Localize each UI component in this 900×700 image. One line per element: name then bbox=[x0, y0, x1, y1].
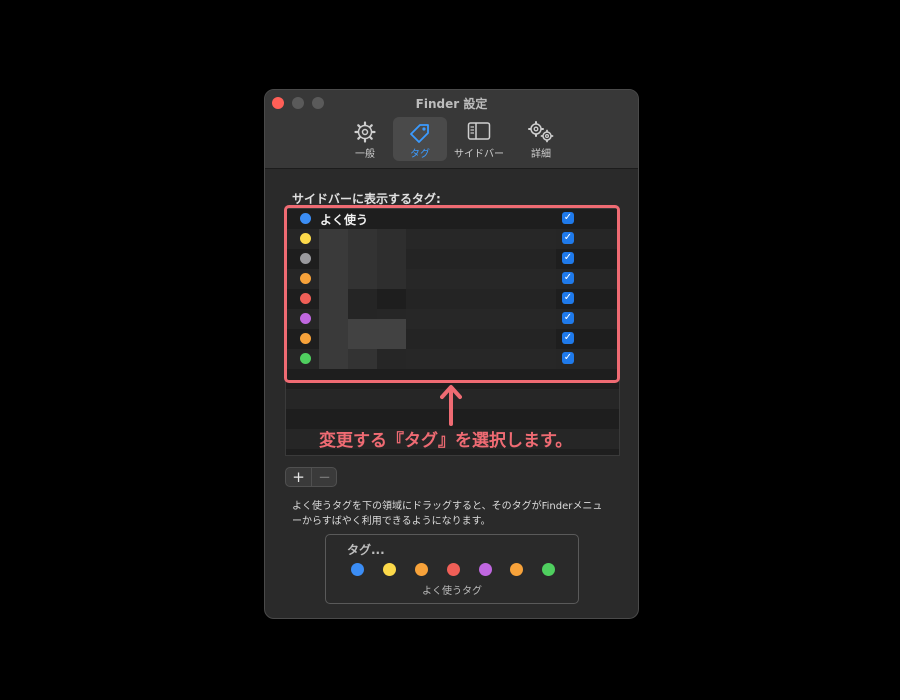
tag-color-dot bbox=[300, 333, 311, 344]
tab-tags[interactable]: タグ bbox=[393, 117, 447, 161]
tag-icon bbox=[410, 124, 429, 143]
up-arrow-icon bbox=[440, 385, 462, 426]
drop-area-label: よく使うタグ bbox=[422, 586, 482, 597]
favorite-tag-dot[interactable] bbox=[383, 563, 396, 576]
favorite-tag-dot[interactable] bbox=[447, 563, 460, 576]
add-remove-buttons: + − bbox=[285, 467, 337, 487]
tag-checkbox[interactable]: ✓ bbox=[562, 232, 574, 244]
tags-section-label: サイドバーに表示するタグ: bbox=[292, 192, 441, 206]
sidebar-icon bbox=[467, 122, 491, 140]
tab-general-label: 一般 bbox=[355, 149, 375, 160]
tag-color-dot bbox=[300, 213, 311, 224]
drop-area-title: タグ... bbox=[347, 543, 385, 557]
favorite-tag-dot[interactable] bbox=[542, 563, 555, 576]
redacted-names bbox=[348, 349, 377, 369]
annotation-text: 変更する『タグ』を選択します。 bbox=[319, 431, 573, 451]
tab-sidebar-label: サイドバー bbox=[454, 149, 504, 160]
tag-checkbox[interactable]: ✓ bbox=[562, 252, 574, 264]
window-title: Finder 設定 bbox=[415, 97, 488, 111]
tag-checkbox[interactable]: ✓ bbox=[562, 312, 574, 324]
tag-checkbox[interactable]: ✓ bbox=[562, 332, 574, 344]
favorite-tags-drop-area[interactable]: タグ... よく使うタグ bbox=[325, 534, 579, 604]
tag-row[interactable]: よく使う ✓ bbox=[286, 209, 619, 229]
redacted-names bbox=[406, 229, 556, 369]
redacted-names bbox=[377, 229, 406, 289]
tag-color-dot bbox=[300, 353, 311, 364]
favorite-tag-dot[interactable] bbox=[510, 563, 523, 576]
help-text: よく使うタグを下の領域にドラッグすると、そのタグがFinderメニューからすばや… bbox=[292, 501, 603, 527]
titlebar: Finder 設定 一般 タグ サイドバー 詳細 bbox=[265, 90, 638, 169]
tag-color-dot bbox=[300, 253, 311, 264]
add-tag-button[interactable]: + bbox=[286, 468, 312, 486]
tag-name: よく使う bbox=[320, 213, 369, 227]
redacted-names bbox=[319, 229, 348, 369]
tag-checkbox[interactable]: ✓ bbox=[562, 272, 574, 284]
redacted-names bbox=[348, 229, 377, 289]
tab-tags-label: タグ bbox=[410, 149, 430, 160]
tag-color-dot bbox=[300, 233, 311, 244]
tab-sidebar[interactable]: サイドバー bbox=[451, 117, 507, 161]
tab-advanced-label: 詳細 bbox=[531, 149, 551, 160]
favorite-tag-dot[interactable] bbox=[479, 563, 492, 576]
redacted-names bbox=[348, 289, 377, 319]
redacted-names bbox=[348, 319, 406, 349]
tab-advanced[interactable]: 詳細 bbox=[521, 117, 561, 161]
gear-icon bbox=[354, 121, 376, 143]
tag-checkbox[interactable]: ✓ bbox=[562, 352, 574, 364]
tab-general[interactable]: 一般 bbox=[345, 117, 385, 161]
gears-icon bbox=[528, 121, 554, 143]
tag-color-dot bbox=[300, 293, 311, 304]
tag-checkbox[interactable]: ✓ bbox=[562, 292, 574, 304]
favorite-tag-dot[interactable] bbox=[351, 563, 364, 576]
tag-color-dot bbox=[300, 313, 311, 324]
finder-settings-window: Finder 設定 一般 タグ サイドバー 詳細 サイドバーに表示するタグ: よ… bbox=[264, 89, 639, 619]
tag-color-dot bbox=[300, 273, 311, 284]
favorite-tag-dot[interactable] bbox=[415, 563, 428, 576]
tag-checkbox[interactable]: ✓ bbox=[562, 212, 574, 224]
remove-tag-button[interactable]: − bbox=[312, 468, 337, 486]
